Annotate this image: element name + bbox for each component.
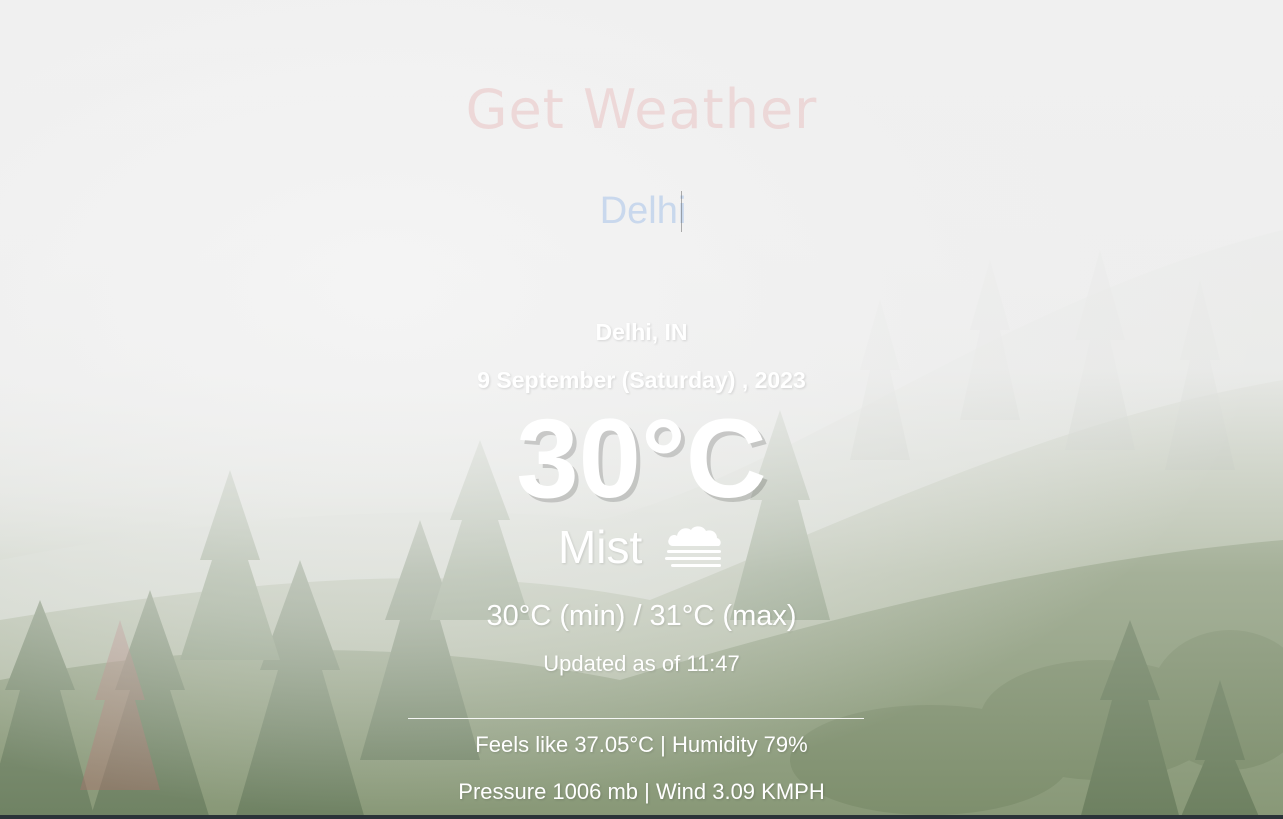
condition-label: Mist	[557, 521, 643, 573]
city-search-input[interactable]	[441, 186, 845, 236]
min-max-temperature: 30°C (min) / 31°C (max)	[486, 600, 797, 632]
pressure-wind: Pressure 1006 mb | Wind 3.09 KMPH	[458, 779, 825, 804]
updated-time: Updated as of 11:47	[543, 651, 740, 676]
temperature: 30°C	[516, 396, 767, 521]
text-caret	[681, 191, 682, 232]
date-label: 9 September (Saturday) , 2023	[477, 367, 806, 393]
condition: Mist	[0, 521, 1283, 576]
feels-like-humidity: Feels like 37.05°C | Humidity 79%	[475, 732, 808, 757]
weather-app: Get Weather Delhi, IN 9 September (Satur…	[0, 0, 1283, 819]
divider	[408, 718, 864, 719]
mist-icon	[663, 522, 725, 572]
page-title: Get Weather	[465, 78, 818, 141]
location-label: Delhi, IN	[595, 319, 688, 345]
